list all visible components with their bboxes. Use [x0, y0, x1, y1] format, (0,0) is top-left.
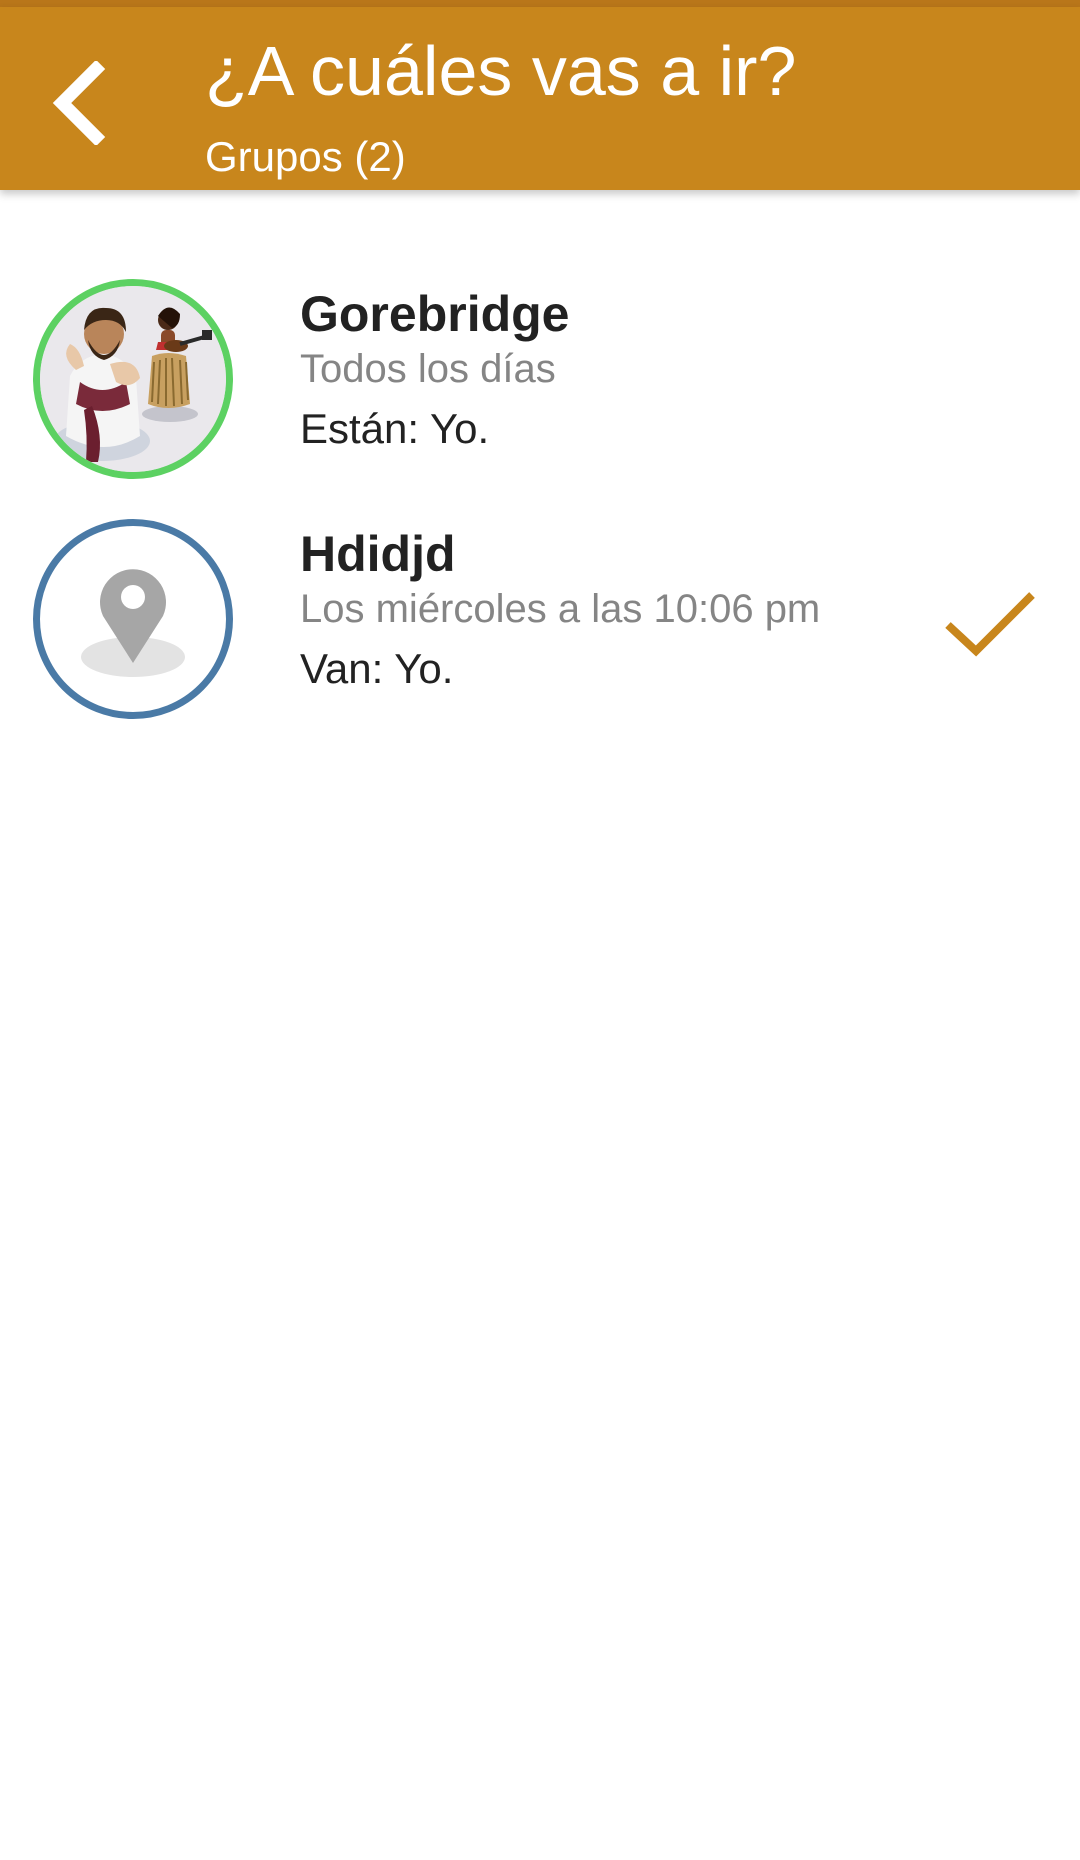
- group-avatar-placeholder: [33, 519, 233, 719]
- group-avatar-photo: [33, 279, 233, 479]
- page-subtitle: Grupos (2): [205, 133, 406, 180]
- group-photo: [40, 286, 226, 472]
- chevron-left-icon: [52, 61, 106, 145]
- group-row-hdidjd[interactable]: Hdidjd Los miércoles a las 10:06 pm Van:…: [0, 510, 1080, 750]
- group-name: Hdidjd: [300, 526, 456, 582]
- group-attendees: Están: Yo.: [300, 405, 490, 452]
- back-button[interactable]: [38, 55, 118, 151]
- location-pin-icon: [81, 569, 185, 677]
- group-name: Gorebridge: [300, 286, 570, 342]
- group-list: Gorebridge Todos los días Están: Yo. Hdi…: [0, 270, 1080, 750]
- group-schedule: Los miércoles a las 10:06 pm: [300, 587, 821, 631]
- group-attendees: Van: Yo.: [300, 645, 454, 692]
- status-strip: [0, 0, 1080, 7]
- checkmark-icon[interactable]: [940, 585, 1040, 665]
- app-bar: ¿A cuáles vas a ir? Grupos (2): [0, 7, 1080, 190]
- group-row-gorebridge[interactable]: Gorebridge Todos los días Están: Yo.: [0, 270, 1080, 510]
- page-title: ¿A cuáles vas a ir?: [205, 32, 797, 110]
- group-schedule: Todos los días: [300, 347, 556, 391]
